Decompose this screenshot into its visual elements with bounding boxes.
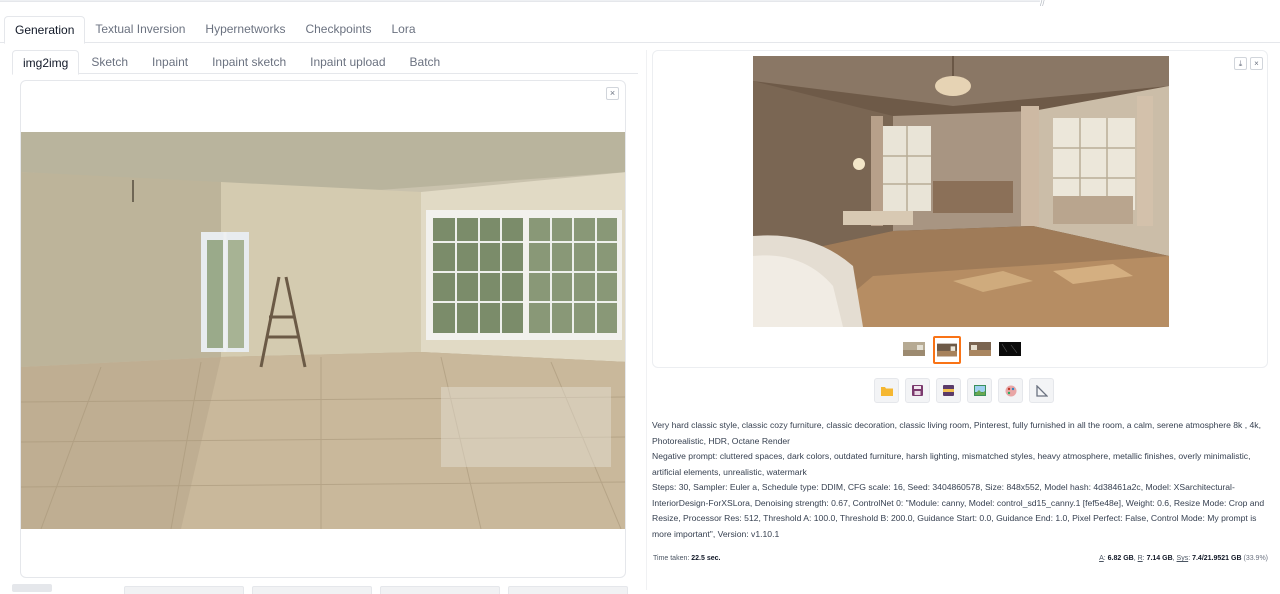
time-taken: Time taken: 22.5 sec. (653, 555, 720, 562)
clear-image-button[interactable]: × (606, 87, 619, 100)
copy-image-button-4[interactable] (508, 586, 628, 594)
parameters-text: Steps: 30, Sampler: Euler a, Schedule ty… (652, 482, 1265, 539)
input-panel: img2img Sketch Inpaint Inpaint sketch In… (8, 50, 638, 594)
gallery-thumbnails (903, 336, 1021, 364)
memory-sys-percent: (33.9%) (1243, 555, 1268, 562)
zip-icon (943, 385, 954, 396)
tab-sketch[interactable]: Sketch (79, 50, 140, 74)
performance-info: Time taken: 22.5 sec. A: 6.82 GB, R: 7.1… (652, 553, 1270, 567)
control-label (12, 584, 52, 592)
thumbnail-3[interactable] (969, 342, 991, 356)
tab-textual-inversion[interactable]: Textual Inversion (85, 16, 195, 43)
memory-r-value: 7.14 GB (1146, 555, 1173, 562)
save-icon (912, 385, 923, 396)
memory-r-label: R (1137, 555, 1143, 562)
memory-sys-label: Sys (1176, 555, 1189, 562)
tab-checkpoints[interactable]: Checkpoints (295, 16, 381, 43)
panel-divider (646, 50, 647, 590)
save-button[interactable] (905, 378, 930, 403)
memory-usage: A: 6.82 GB, R: 7.14 GB, Sys: 7.4/21.9521… (1099, 555, 1268, 562)
generation-info: Very hard classic style, classic cozy fu… (652, 418, 1270, 542)
main-tabs: Generation Textual Inversion Hypernetwor… (0, 16, 1280, 44)
tab-inpaint-upload[interactable]: Inpaint upload (298, 50, 397, 74)
tab-lora[interactable]: Lora (382, 16, 426, 43)
input-image (21, 132, 625, 529)
gallery-controls: ⤓ × (1234, 57, 1263, 70)
memory-a-value: 6.82 GB (1107, 555, 1134, 562)
download-icon[interactable]: ⤓ (1234, 57, 1247, 70)
negative-prompt-text: Negative prompt: cluttered spaces, dark … (652, 451, 1251, 477)
prompt-text: Very hard classic style, classic cozy fu… (652, 420, 1261, 446)
open-folder-button[interactable] (874, 378, 899, 403)
tab-generation[interactable]: Generation (4, 16, 86, 44)
zip-button[interactable] (936, 378, 961, 403)
send-to-inpaint-button[interactable] (998, 378, 1023, 403)
image-upload-area[interactable]: × (20, 80, 626, 578)
top-input-bar[interactable] (0, 0, 1040, 2)
resize-handle-icon[interactable]: // (1040, 0, 1044, 8)
tab-inpaint-sketch[interactable]: Inpaint sketch (200, 50, 298, 74)
send-to-img2img-button[interactable] (967, 378, 992, 403)
output-image[interactable] (753, 56, 1169, 327)
tab-batch[interactable]: Batch (398, 50, 453, 74)
time-taken-value: 22.5 sec. (691, 555, 721, 562)
tab-inpaint[interactable]: Inpaint (140, 50, 200, 74)
tab-hypernetworks[interactable]: Hypernetworks (195, 16, 295, 43)
thumbnail-2-selected[interactable] (933, 336, 961, 364)
close-icon[interactable]: × (1250, 57, 1263, 70)
top-strip: // (0, 0, 1280, 8)
memory-sys-value: 7.4/21.9521 GB (1192, 555, 1242, 562)
send-to-extras-button[interactable] (1029, 378, 1054, 403)
thumbnail-4[interactable] (999, 342, 1021, 356)
copy-image-button-3[interactable] (380, 586, 500, 594)
tab-img2img[interactable]: img2img (12, 50, 80, 75)
memory-a-label: A (1099, 555, 1104, 562)
output-actions (874, 378, 1054, 403)
triangle-ruler-icon (1035, 384, 1048, 397)
mode-tabs: img2img Sketch Inpaint Inpaint sketch In… (12, 50, 638, 75)
palette-icon (1005, 385, 1016, 396)
bottom-controls (8, 582, 638, 594)
copy-image-button-2[interactable] (252, 586, 372, 594)
output-gallery: ⤓ × (652, 50, 1268, 368)
output-panel: ⤓ × Very hard classic style, classic coz… (650, 50, 1270, 580)
thumbnail-1[interactable] (903, 342, 925, 356)
picture-icon (973, 385, 986, 396)
time-taken-label: Time taken: (653, 555, 690, 562)
folder-icon (880, 386, 893, 396)
copy-image-button-1[interactable] (124, 586, 244, 594)
